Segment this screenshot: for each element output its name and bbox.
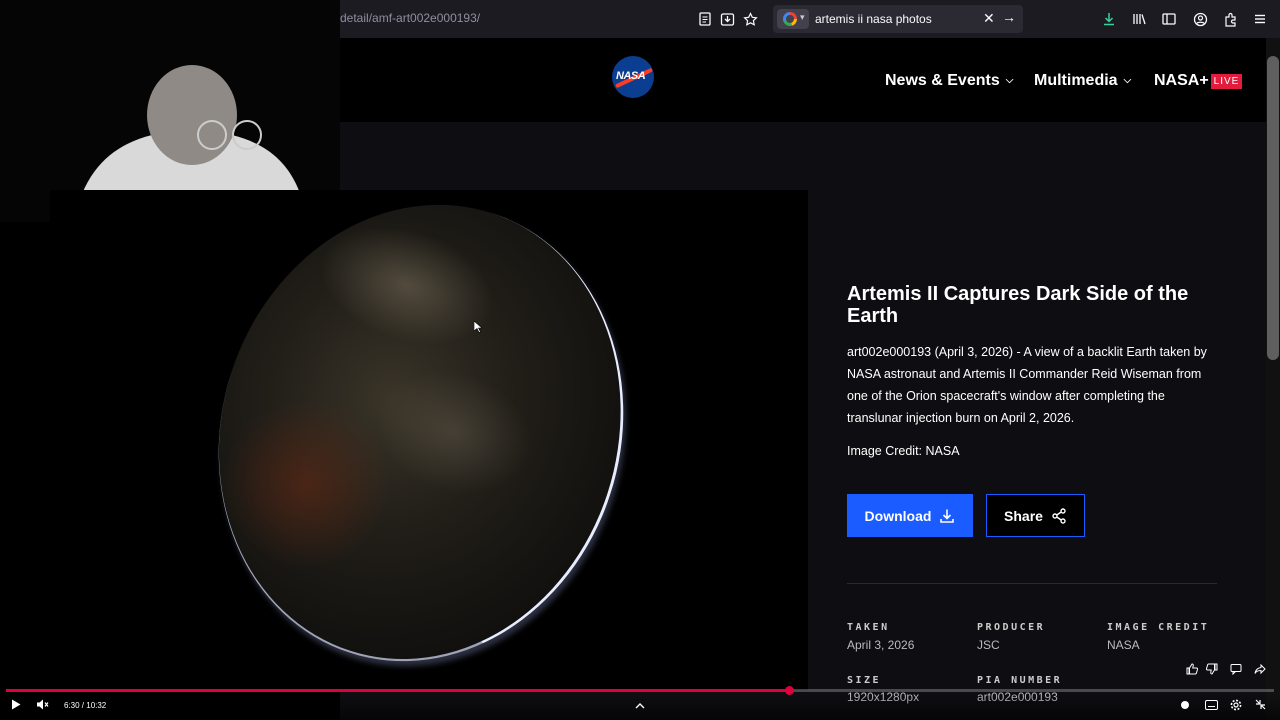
- download-label: Download: [864, 507, 932, 524]
- video-progress-knob[interactable]: [785, 686, 794, 695]
- mouse-cursor-icon: [473, 320, 483, 338]
- chevron-up-icon[interactable]: [635, 699, 645, 713]
- search-go-icon[interactable]: →: [1002, 9, 1016, 25]
- meta-label-pia-number: PIA NUMBER: [977, 675, 1063, 686]
- meta-label-size: SIZE: [847, 675, 882, 686]
- sidebar-icon[interactable]: [1160, 10, 1178, 28]
- autoplay-toggle-icon[interactable]: [1180, 699, 1190, 713]
- thumbs-up-icon[interactable]: [1186, 663, 1199, 678]
- image-credit-line: Image Credit: NASA: [847, 444, 960, 458]
- share-arrow-icon[interactable]: [1254, 663, 1266, 678]
- reader-view-icon[interactable]: [696, 10, 714, 28]
- download-button[interactable]: Download: [847, 494, 973, 537]
- settings-gear-icon[interactable]: [1230, 699, 1242, 714]
- url-bar[interactable]: detail/amf-art002e000193/: [340, 11, 480, 25]
- chevron-down-icon: ⌵: [1005, 75, 1014, 86]
- bookmark-star-icon[interactable]: [741, 10, 759, 28]
- nav-label: Multimedia: [1034, 72, 1118, 89]
- share-label: Share: [1004, 507, 1043, 524]
- thumbs-down-icon[interactable]: [1205, 663, 1218, 678]
- save-to-pocket-icon[interactable]: [718, 10, 736, 28]
- video-progress-fill: [6, 689, 789, 692]
- logo-text: NASA: [616, 70, 646, 82]
- video-progress-bar[interactable]: [6, 689, 1274, 692]
- search-engine-selector[interactable]: ▾: [777, 9, 809, 29]
- chevron-down-icon: ⌵: [1123, 75, 1132, 86]
- nav-label: NASA+: [1154, 72, 1209, 89]
- search-box[interactable]: ▾ artemis ii nasa photos ✕ →: [773, 5, 1023, 33]
- section-divider: [847, 583, 1217, 584]
- google-icon: [783, 12, 797, 26]
- meta-label-producer: PRODUCER: [977, 622, 1046, 633]
- clear-search-icon[interactable]: ✕: [983, 10, 995, 27]
- mute-icon[interactable]: [36, 699, 49, 713]
- meta-value-producer: JSC: [977, 638, 1000, 652]
- meta-label-image-credit: IMAGE CREDIT: [1107, 622, 1210, 633]
- meta-label-taken: TAKEN: [847, 622, 890, 633]
- image-description: art002e000193 (April 3, 2026) - A view o…: [847, 345, 1207, 425]
- downloads-icon[interactable]: [1100, 10, 1118, 28]
- comment-icon[interactable]: [1230, 663, 1242, 678]
- nav-news-events[interactable]: News & Events ⌵: [885, 72, 1013, 90]
- meta-value-taken: April 3, 2026: [847, 638, 915, 652]
- nav-label: News & Events: [885, 72, 1000, 89]
- scrollbar-thumb[interactable]: [1267, 56, 1279, 360]
- nav-multimedia[interactable]: Multimedia ⌵: [1034, 72, 1131, 90]
- share-button[interactable]: Share: [986, 494, 1085, 537]
- nav-nasa-plus[interactable]: NASA+: [1154, 72, 1209, 90]
- download-icon: [940, 509, 955, 523]
- account-icon[interactable]: [1191, 10, 1209, 28]
- share-icon: [1052, 507, 1066, 524]
- menu-hamburger-icon[interactable]: [1251, 10, 1269, 28]
- play-icon[interactable]: [11, 699, 21, 713]
- image-title: Artemis II Captures Dark Side of the Ear…: [847, 283, 1189, 327]
- video-time: 6:30 / 10:32: [64, 701, 107, 710]
- live-badge: LIVE: [1211, 74, 1242, 89]
- webcam-overlay: [0, 0, 340, 222]
- extensions-icon[interactable]: [1221, 10, 1239, 28]
- exit-fullscreen-icon[interactable]: [1255, 699, 1266, 713]
- library-icon[interactable]: [1130, 10, 1148, 28]
- chevron-down-icon: ▾: [800, 12, 805, 22]
- captions-icon[interactable]: [1205, 699, 1218, 713]
- search-query[interactable]: artemis ii nasa photos: [815, 12, 932, 26]
- nasa-logo[interactable]: NASA: [612, 56, 654, 98]
- meta-value-image-credit: NASA: [1107, 638, 1140, 652]
